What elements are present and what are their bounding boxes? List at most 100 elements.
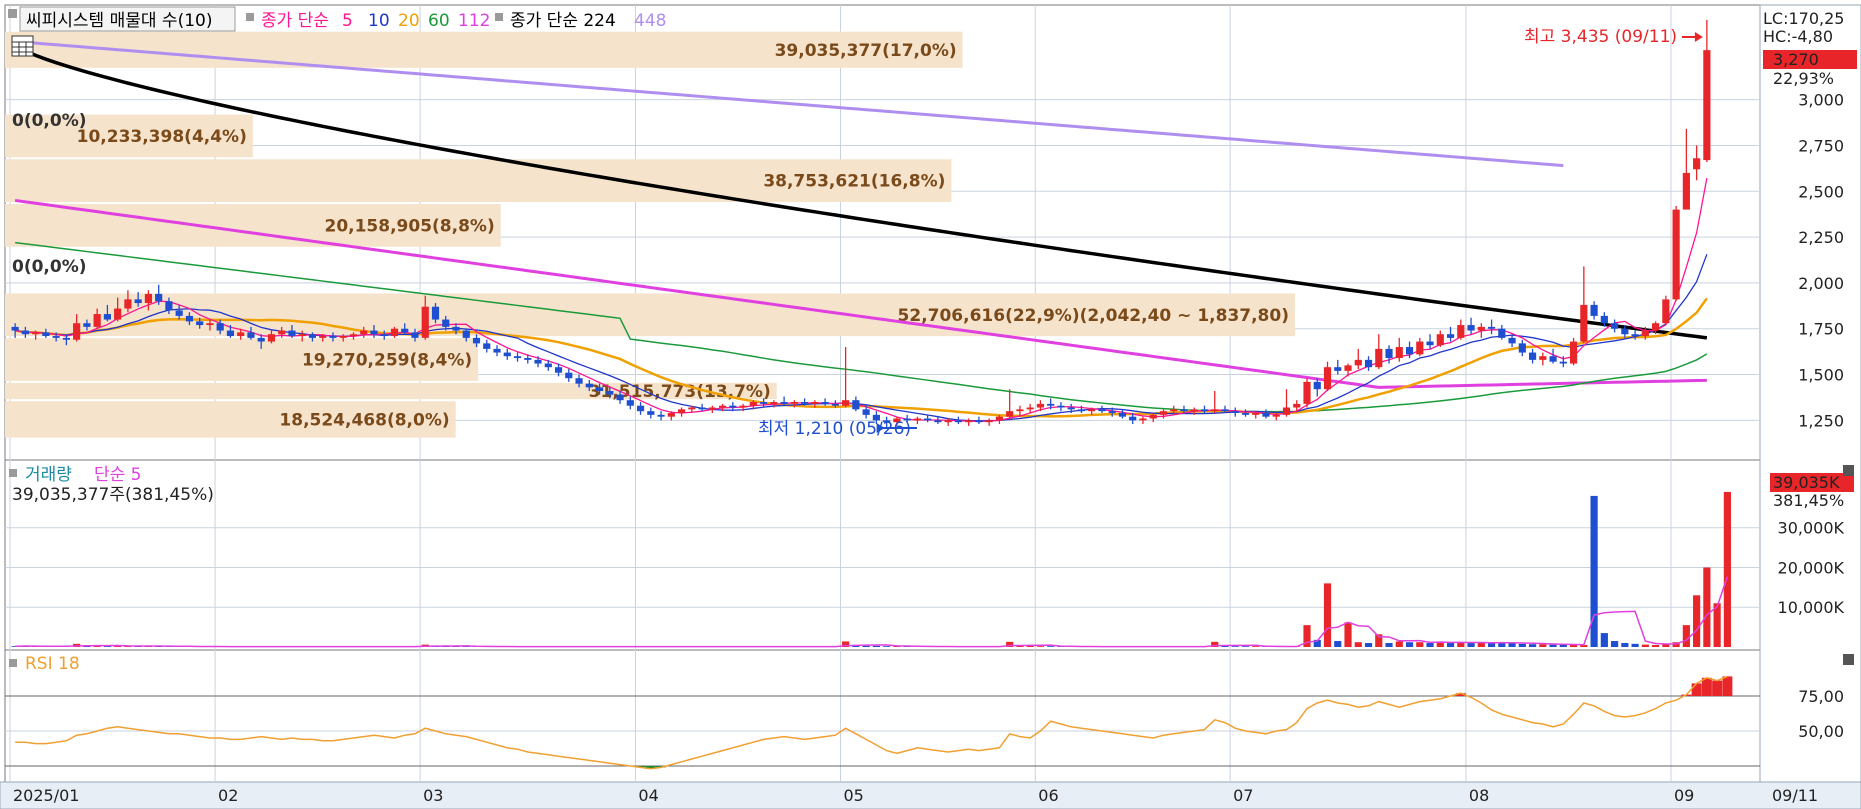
candle-body bbox=[780, 402, 788, 404]
candle-body bbox=[298, 334, 306, 337]
candle-body bbox=[462, 330, 470, 338]
candle-body bbox=[1129, 416, 1137, 421]
candle-body bbox=[278, 330, 286, 335]
candle-body bbox=[196, 321, 204, 326]
candle-body bbox=[647, 411, 655, 415]
candle-body bbox=[1026, 407, 1034, 410]
legend-square-icon bbox=[8, 9, 17, 18]
candle-body bbox=[698, 407, 706, 410]
candle-body bbox=[370, 330, 378, 335]
candle-body bbox=[1477, 326, 1485, 331]
candle-body bbox=[1211, 409, 1219, 412]
candle-body bbox=[452, 326, 460, 331]
candle-body bbox=[411, 332, 419, 338]
candle-body bbox=[1364, 359, 1373, 368]
candle-body bbox=[1190, 409, 1198, 412]
volume-bar bbox=[1446, 643, 1455, 647]
candle-body bbox=[1047, 403, 1055, 406]
candle-body bbox=[1467, 325, 1475, 331]
zero-band-label-1: 0(0,0%) bbox=[12, 111, 87, 131]
volume-bar bbox=[1241, 646, 1250, 647]
candle-body bbox=[1580, 304, 1588, 342]
volume-bar bbox=[1252, 646, 1260, 647]
volume-profile-label: 19,270,259(8,4%) bbox=[302, 351, 472, 371]
candle-body bbox=[1200, 409, 1209, 412]
candle-body bbox=[21, 330, 29, 335]
candle-body bbox=[1170, 409, 1178, 412]
volume-bar bbox=[1047, 646, 1055, 647]
candle-body bbox=[554, 367, 563, 373]
last-volume-ratio-label: 381,45% bbox=[1773, 491, 1844, 510]
candle-body bbox=[267, 334, 276, 342]
candle-body bbox=[616, 394, 624, 401]
candle-body bbox=[472, 337, 481, 344]
candle-body bbox=[11, 326, 19, 331]
candle-body bbox=[1446, 334, 1455, 338]
candle-body bbox=[1621, 328, 1629, 335]
volume-profile-label: 10,233,398(4,4%) bbox=[77, 127, 247, 147]
candle-body bbox=[32, 332, 40, 335]
candle-body bbox=[934, 420, 942, 423]
volume-bar bbox=[1549, 644, 1557, 647]
close-icon[interactable] bbox=[1843, 654, 1854, 665]
candle-body bbox=[606, 391, 614, 395]
volume-bar bbox=[1713, 603, 1721, 647]
candle-body bbox=[1549, 356, 1557, 362]
ma112-label: 112 bbox=[458, 11, 490, 31]
candle-body bbox=[134, 299, 142, 304]
candle-body bbox=[821, 402, 829, 404]
candle-body bbox=[1241, 413, 1250, 415]
volume-bar bbox=[1354, 642, 1362, 647]
candle-body bbox=[1385, 348, 1393, 359]
high-annotation: 최고 3,435 (09/11) bbox=[1524, 27, 1677, 47]
close-icon[interactable] bbox=[1843, 465, 1854, 476]
chart-canvas: 39,035,377(17,0%) 10,233,398(4,4%) 38,753,… bbox=[0, 4, 1861, 809]
ma10-label: 10 bbox=[368, 11, 390, 31]
volume-bar bbox=[1631, 643, 1639, 647]
candle-body bbox=[360, 330, 368, 335]
candle-body bbox=[1375, 348, 1383, 368]
candle-body bbox=[811, 402, 819, 404]
candle-body bbox=[1180, 409, 1188, 412]
volume-bar bbox=[1344, 622, 1352, 647]
volume-bar bbox=[1508, 643, 1516, 647]
legend-square-icon bbox=[9, 469, 17, 477]
candle-body bbox=[965, 420, 973, 423]
candle-body bbox=[831, 403, 839, 406]
candle-body bbox=[677, 409, 686, 414]
candle-body bbox=[1405, 347, 1414, 355]
candle-body bbox=[124, 299, 132, 309]
candle-body bbox=[442, 319, 450, 327]
candle-body bbox=[390, 328, 399, 337]
rsi-tick-label: 75,00 bbox=[1798, 687, 1844, 706]
candle-body bbox=[1590, 304, 1598, 316]
candle-body bbox=[1293, 403, 1301, 408]
last-change-label: 22,93% bbox=[1773, 69, 1834, 88]
date-tick-label: 05 bbox=[843, 786, 863, 805]
candle-body bbox=[329, 336, 337, 338]
candle-body bbox=[1508, 337, 1516, 344]
candle-body bbox=[1569, 341, 1578, 364]
candle-body bbox=[944, 420, 952, 423]
ma-prefix-label: 종가 단순 bbox=[261, 11, 329, 31]
rsi-overbought-fill bbox=[1722, 676, 1733, 696]
date-tick-label: 2025/01 bbox=[13, 786, 79, 805]
date-tick-label: 07 bbox=[1233, 786, 1253, 805]
candle-body bbox=[770, 402, 778, 404]
date-tick-label: 09 bbox=[1674, 786, 1694, 805]
volume-bar bbox=[1416, 642, 1424, 647]
candle-body bbox=[288, 330, 296, 337]
candle-body bbox=[1662, 299, 1670, 324]
candle-body bbox=[1231, 411, 1239, 414]
ma5-label: 5 bbox=[342, 11, 353, 31]
candle-body bbox=[1057, 405, 1065, 408]
table-icon[interactable] bbox=[11, 35, 34, 57]
volume-bar bbox=[1405, 642, 1414, 647]
volume-bar bbox=[872, 645, 880, 647]
candle-body bbox=[1323, 367, 1332, 390]
rsi-overbought-fill bbox=[1712, 680, 1723, 696]
volume-profile-label: 39,035,377(17,0%) bbox=[775, 41, 957, 61]
candle-body bbox=[626, 400, 634, 406]
volume-bar bbox=[1703, 567, 1711, 647]
candle-body bbox=[852, 400, 860, 410]
